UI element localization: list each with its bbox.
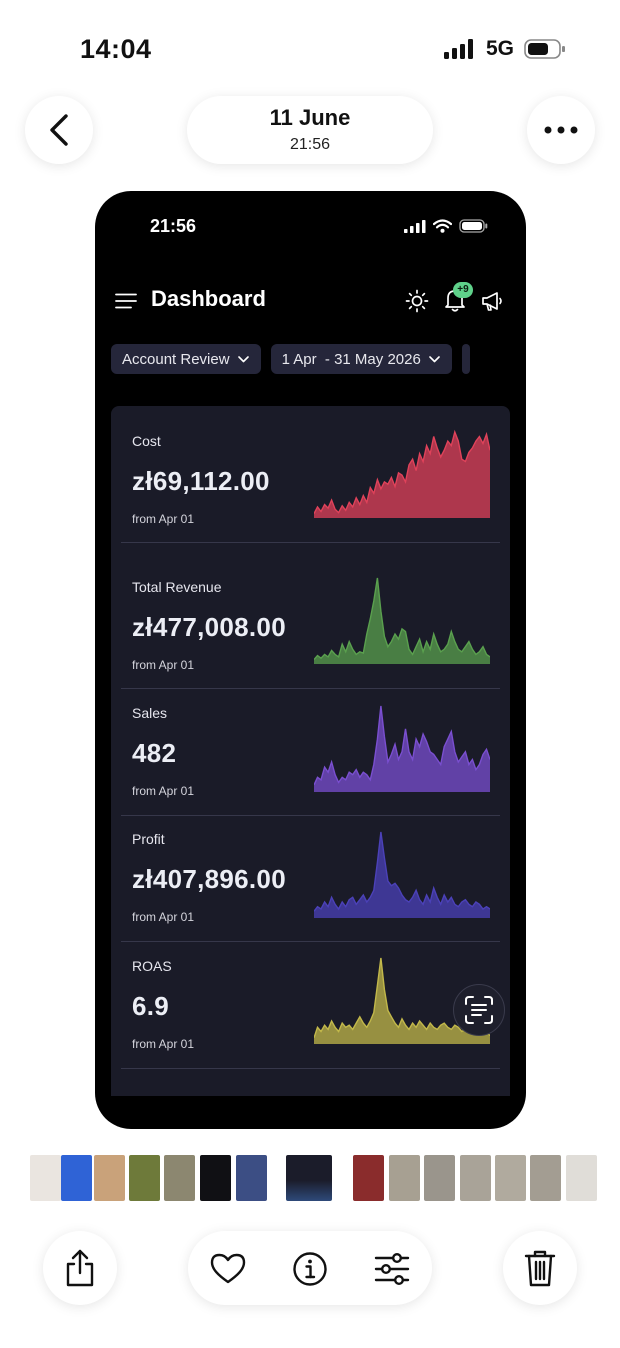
photo-date-pill: 11 June 21:56: [187, 96, 433, 164]
cellular-signal-icon: [404, 219, 426, 233]
phone-status-bar: 21:56: [95, 191, 526, 261]
metrics-panel: Cost zł69,112.00 from Apr 01 Total Reven…: [111, 406, 510, 1096]
metric-from: from Apr 01: [132, 658, 195, 672]
cellular-signal-icon: [443, 39, 473, 59]
delete-button[interactable]: [503, 1231, 577, 1305]
status-bar: 14:04 5G: [0, 0, 620, 100]
back-button[interactable]: [25, 96, 93, 164]
metric-from: from Apr 01: [132, 910, 195, 924]
screenshot-preview: 21:56 Dashboard +9 Account Review 1 Apr …: [95, 191, 526, 1129]
photo-thumbnail[interactable]: [236, 1155, 267, 1201]
battery-icon: [459, 219, 488, 233]
more-filters-chip[interactable]: [461, 344, 470, 374]
live-text-button[interactable]: [453, 984, 505, 1036]
metric-value: zł407,896.00: [132, 864, 286, 894]
divider: [121, 815, 500, 816]
sparkline-chart: [314, 577, 490, 664]
sliders-icon: [374, 1253, 410, 1285]
metric-from: from Apr 01: [132, 512, 195, 526]
metric-value: zł477,008.00: [132, 612, 286, 642]
page-title: Dashboard: [151, 286, 266, 311]
heart-icon: [210, 1253, 246, 1284]
divider: [121, 542, 500, 543]
photo-thumbnail[interactable]: [61, 1155, 92, 1201]
thumbnail-strip[interactable]: [30, 1155, 597, 1201]
info-icon: [293, 1252, 327, 1286]
ellipsis-icon: [544, 126, 578, 134]
megaphone-icon[interactable]: [480, 289, 504, 313]
favorite-button[interactable]: [208, 1249, 248, 1289]
chevron-down-icon: [237, 355, 249, 362]
share-icon: [66, 1249, 94, 1287]
metric-label: Sales: [132, 705, 168, 721]
share-button[interactable]: [43, 1231, 117, 1305]
photo-thumbnail[interactable]: [460, 1155, 491, 1201]
sparkline-chart: [314, 831, 490, 918]
sun-icon[interactable]: [405, 289, 429, 313]
metric-label: Total Revenue: [132, 579, 222, 595]
status-indicators: 5G: [443, 37, 566, 61]
filter-bar: Account Review 1 Apr - 31 May 2026: [111, 344, 470, 374]
sparkline-chart: [314, 429, 490, 518]
sparkline-chart: [314, 705, 490, 792]
photo-thumbnail[interactable]: [530, 1155, 561, 1201]
wifi-icon: [433, 219, 452, 233]
network-type: 5G: [485, 37, 514, 60]
text-scan-icon: [465, 996, 493, 1024]
photo-thumbnail[interactable]: [164, 1155, 195, 1201]
photo-thumbnail[interactable]: [286, 1155, 332, 1201]
photo-thumbnail[interactable]: [389, 1155, 420, 1201]
chevron-down-icon: [429, 355, 440, 362]
photo-thumbnail[interactable]: [94, 1155, 125, 1201]
chevron-left-icon: [50, 114, 68, 146]
photo-thumbnail[interactable]: [495, 1155, 526, 1201]
photo-thumbnail[interactable]: [200, 1155, 231, 1201]
notification-badge: +9: [453, 282, 473, 298]
metric-label: Profit: [132, 831, 165, 847]
metric-label: ROAS: [132, 958, 172, 974]
metric-from: from Apr 01: [132, 784, 195, 798]
photo-thumbnail[interactable]: [424, 1155, 455, 1201]
metric-from: from Apr 01: [132, 1037, 195, 1051]
metric-label: Cost: [132, 433, 161, 449]
divider: [121, 688, 500, 689]
trash-icon: [524, 1250, 556, 1287]
photo-thumbnail[interactable]: [30, 1155, 61, 1201]
photo-time: 21:56: [289, 136, 331, 153]
adjust-button[interactable]: [372, 1249, 412, 1289]
info-button[interactable]: [290, 1249, 330, 1289]
photo-thumbnail[interactable]: [129, 1155, 160, 1201]
photo-date: 11 June: [269, 105, 351, 130]
metric-value: zł69,112.00: [132, 466, 270, 496]
metric-value: 6.9: [132, 991, 170, 1021]
app-header: Dashboard +9: [95, 279, 526, 323]
date-range-label: 1 Apr - 31 May 2026: [281, 350, 421, 368]
date-range-dropdown[interactable]: 1 Apr - 31 May 2026: [270, 344, 452, 374]
metric-value: 482: [132, 738, 177, 768]
divider: [121, 1068, 500, 1069]
battery-icon: [524, 39, 565, 59]
phone-status-time: 21:56: [150, 216, 197, 236]
photo-actions: [188, 1231, 432, 1305]
status-time: 14:04: [80, 34, 152, 64]
photo-thumbnail[interactable]: [353, 1155, 384, 1201]
photo-thumbnail[interactable]: [566, 1155, 597, 1201]
more-button[interactable]: [527, 96, 595, 164]
hamburger-menu-icon[interactable]: [115, 293, 137, 309]
account-filter-dropdown[interactable]: Account Review: [111, 344, 261, 374]
account-filter-label: Account Review: [122, 350, 230, 368]
divider: [121, 941, 500, 942]
